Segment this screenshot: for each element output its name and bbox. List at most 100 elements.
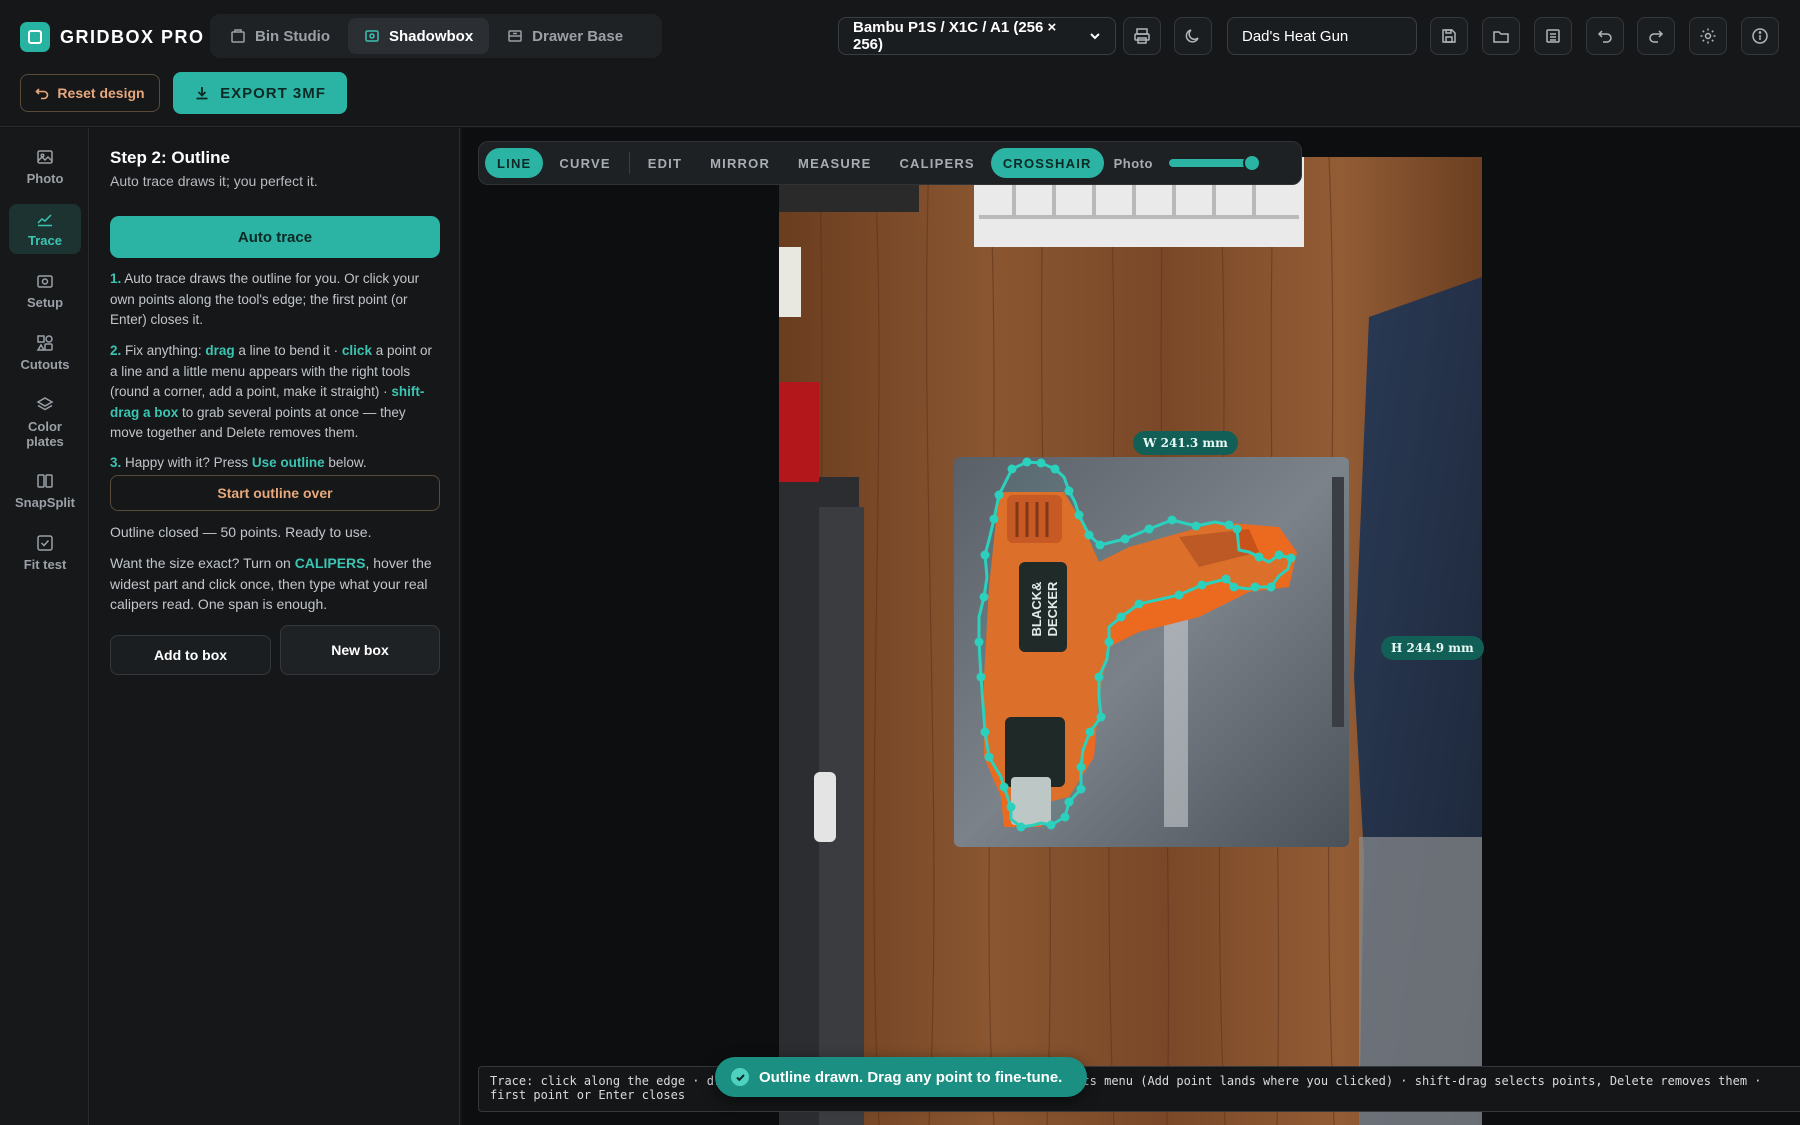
- red-object: [779, 382, 819, 482]
- rail-item-photo[interactable]: Photo: [9, 142, 81, 192]
- tool-crosshair[interactable]: CROSSHAIR: [990, 148, 1104, 178]
- settings-button[interactable]: [1689, 17, 1727, 55]
- undo-icon: [1597, 30, 1612, 43]
- outline-panel: Step 2: Outline Auto trace draws it; you…: [90, 128, 460, 1125]
- shapes-icon: [36, 335, 53, 351]
- export-3mf-button[interactable]: EXPORT 3MF: [173, 72, 347, 114]
- drag-keyword: drag: [205, 343, 235, 358]
- undo-button[interactable]: [1586, 17, 1624, 55]
- handle: [814, 772, 836, 842]
- reset-design-button[interactable]: Reset design: [20, 74, 160, 112]
- folder-icon: [1493, 31, 1509, 43]
- rail-label: Fit test: [23, 557, 67, 572]
- redo-icon: [1649, 30, 1664, 43]
- tool-line[interactable]: LINE: [485, 148, 544, 178]
- help-bar: Trace: click along the edge · drag a lin…: [478, 1066, 1800, 1112]
- info-button[interactable]: [1741, 17, 1779, 55]
- start-outline-over-button[interactable]: Start outline over: [110, 475, 440, 511]
- white-paper: [779, 247, 801, 317]
- step-subtitle: Auto trace draws it; you perfect it.: [110, 173, 318, 189]
- rail-label: Photo: [26, 171, 64, 186]
- chevron-down-icon: [1090, 33, 1100, 40]
- redo-button[interactable]: [1637, 17, 1675, 55]
- ruler: [1164, 597, 1188, 827]
- outline-status: Outline closed — 50 points. Ready to use…: [110, 524, 372, 540]
- rail-item-fit-test[interactable]: Fit test: [9, 528, 81, 578]
- step-text: below.: [324, 455, 367, 470]
- top-bar: GRIDBOX PRO Bin Studio Shadowbox Drawer …: [0, 0, 1800, 127]
- instruction-step-1: 1. Auto trace draws the outline for you.…: [110, 269, 440, 331]
- photo-opacity-slider[interactable]: [1168, 154, 1261, 172]
- tool-calipers[interactable]: CALIPERS: [887, 148, 986, 178]
- tab-shadowbox[interactable]: Shadowbox: [348, 18, 490, 54]
- gridbox-logo-icon: [20, 22, 50, 52]
- rail-label: Setup: [26, 295, 64, 310]
- layers-icon: [36, 396, 54, 410]
- width-measurement: W 241.3 mm: [1133, 431, 1238, 455]
- left-rail: Photo Trace Setup Cutouts Color plates S…: [0, 128, 89, 1125]
- tool-mirror[interactable]: MIRROR: [698, 148, 782, 178]
- rail-label: Color plates: [26, 418, 64, 449]
- tool-measure[interactable]: MEASURE: [786, 148, 883, 178]
- photo-opacity-label: Photo: [1113, 155, 1153, 171]
- new-box-button[interactable]: New box: [280, 625, 440, 675]
- step-text: Auto trace draws the outline for you. Or…: [110, 271, 420, 327]
- tab-bin-studio[interactable]: Bin Studio: [214, 18, 346, 54]
- auto-trace-button[interactable]: Auto trace: [110, 216, 440, 258]
- gear-icon: [1700, 28, 1716, 44]
- open-button[interactable]: [1482, 17, 1520, 55]
- step-text: Happy with it? Press: [125, 455, 252, 470]
- checkbox-icon: [37, 535, 53, 551]
- toast-text: Outline drawn. Drag any point to fine-tu…: [759, 1068, 1063, 1086]
- plate-clip: [1332, 477, 1344, 727]
- split-icon: [37, 474, 53, 488]
- print-button[interactable]: [1123, 17, 1161, 55]
- moon-icon: [1185, 29, 1199, 43]
- tab-drawer-base[interactable]: Drawer Base: [491, 18, 639, 54]
- drawer-icon: [508, 30, 522, 42]
- printer-select-value: Bambu P1S / X1C / A1 (256 × 256): [853, 19, 1057, 53]
- add-to-box-button[interactable]: Add to box: [110, 635, 271, 675]
- rail-item-color-plates[interactable]: Color plates: [9, 390, 81, 454]
- save-button[interactable]: [1430, 17, 1468, 55]
- tool-edit[interactable]: EDIT: [636, 148, 694, 178]
- trace-canvas[interactable]: BLACK& DECKER LINE CURVE EDIT MIRROR MEA…: [462, 128, 1800, 1125]
- info-icon: [1752, 28, 1768, 44]
- printer-icon: [1134, 28, 1150, 44]
- trace-toolbar: LINE CURVE EDIT MIRROR MEASURE CALIPERS …: [478, 141, 1302, 185]
- rail-item-cutouts[interactable]: Cutouts: [9, 328, 81, 378]
- undo-arrow-icon: [35, 88, 49, 100]
- download-icon: [196, 87, 208, 100]
- step-title: Step 2: Outline: [110, 148, 230, 167]
- step-number: 2.: [110, 343, 122, 358]
- click-keyword: click: [341, 343, 372, 358]
- step-number: 1.: [110, 271, 122, 286]
- shadowbox-icon: [365, 30, 379, 42]
- toast-notification: Outline drawn. Drag any point to fine-tu…: [715, 1057, 1087, 1097]
- slider-handle[interactable]: [1242, 154, 1261, 172]
- export-label: EXPORT 3MF: [220, 84, 326, 102]
- rail-item-snapsplit[interactable]: SnapSplit: [9, 466, 81, 516]
- mode-tabs: Bin Studio Shadowbox Drawer Base: [210, 14, 662, 58]
- project-name-value: Dad's Heat Gun: [1242, 27, 1349, 45]
- rail-label: SnapSplit: [15, 495, 75, 510]
- theme-toggle-button[interactable]: [1174, 17, 1212, 55]
- save-icon: [1442, 29, 1456, 43]
- photo-canvas[interactable]: BLACK& DECKER: [779, 157, 1482, 1125]
- calipers-hint: Want the size exact? Turn on CALIPERS, h…: [110, 553, 440, 615]
- tool-curve[interactable]: CURVE: [547, 148, 622, 178]
- tab-label: Drawer Base: [532, 27, 624, 45]
- height-measurement: H 244.9 mm: [1381, 636, 1484, 660]
- tab-label: Bin Studio: [255, 27, 330, 45]
- bin-icon: [231, 29, 245, 43]
- rail-item-setup[interactable]: Setup: [9, 266, 81, 316]
- step-text: Fix anything:: [125, 343, 206, 358]
- library-button[interactable]: [1534, 17, 1572, 55]
- hint-text: Want the size exact? Turn on: [110, 555, 295, 571]
- library-icon: [1546, 29, 1560, 43]
- rail-item-trace[interactable]: Trace: [9, 204, 81, 254]
- brand: GRIDBOX PRO: [20, 22, 205, 52]
- project-name-input[interactable]: Dad's Heat Gun: [1227, 17, 1417, 55]
- printer-select[interactable]: Bambu P1S / X1C / A1 (256 × 256): [838, 17, 1116, 55]
- trace-line-icon: [37, 214, 52, 227]
